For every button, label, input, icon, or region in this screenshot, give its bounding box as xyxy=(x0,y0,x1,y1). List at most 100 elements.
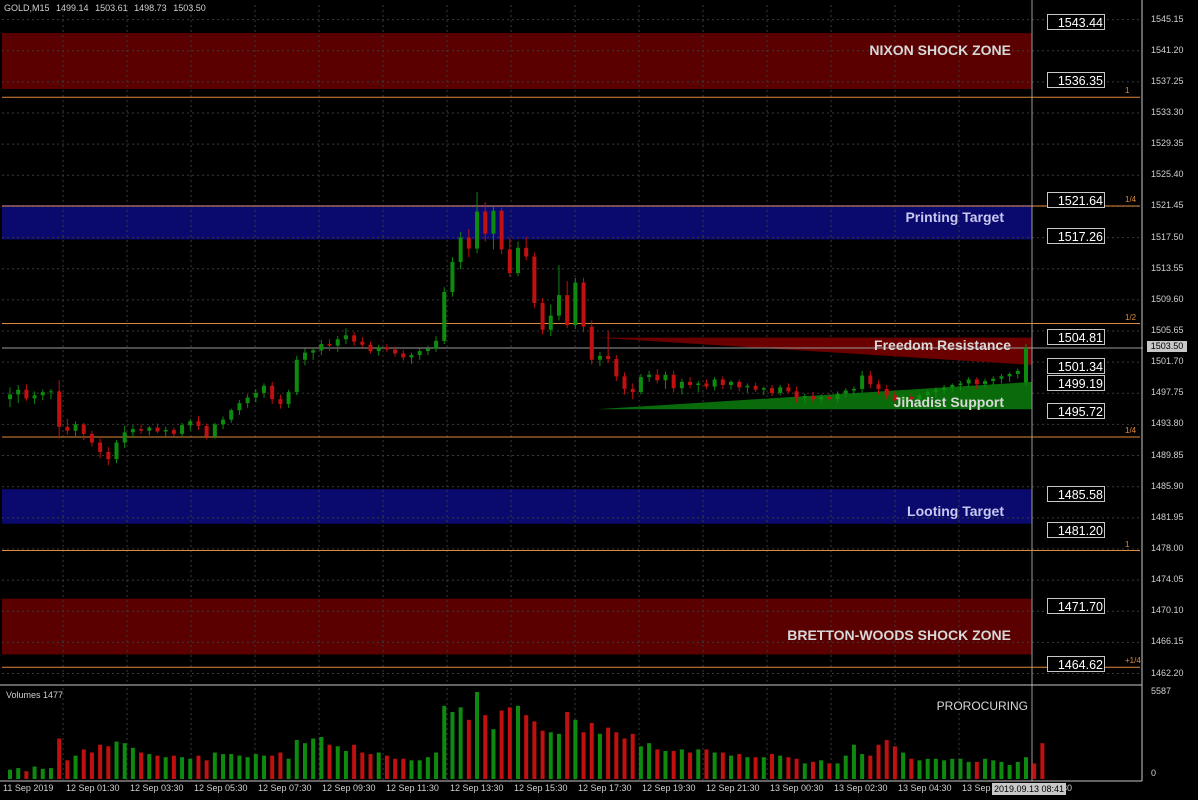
volume-bar xyxy=(294,740,299,779)
candle-body xyxy=(819,396,824,400)
volume-bar xyxy=(1024,757,1028,779)
zone-price-box[interactable]: 1504.81 xyxy=(1047,329,1105,345)
volume-bar xyxy=(884,740,889,779)
volume-bar xyxy=(48,768,53,779)
volume-bar xyxy=(516,705,520,779)
volume-bar xyxy=(712,752,717,779)
volume-bar xyxy=(688,752,693,779)
volume-bar xyxy=(32,766,37,779)
candle-body xyxy=(688,381,693,385)
candle-body xyxy=(565,295,570,326)
price-axis-label: 1470.10 xyxy=(1151,605,1184,616)
zone-price-box[interactable]: 1495.72 xyxy=(1047,403,1105,419)
candle-body xyxy=(237,403,242,411)
volume-bar xyxy=(106,746,111,779)
volume-bar xyxy=(171,755,176,779)
time-axis-label: 12 Sep 13:30 xyxy=(450,783,504,793)
fib-level-label: 1 xyxy=(1125,86,1130,96)
price-axis-label: 1541.20 xyxy=(1151,44,1184,55)
bretton-woods-zone-label: BRETTON-WOODS SHOCK ZONE xyxy=(787,627,1011,643)
candle-body xyxy=(737,381,742,388)
volume-bar xyxy=(237,755,242,779)
zone-price-box[interactable]: 1543.44 xyxy=(1047,14,1105,30)
volume-bar xyxy=(753,757,758,779)
candle-body xyxy=(991,378,996,382)
candle-body xyxy=(65,426,70,431)
volume-bar xyxy=(81,749,86,779)
zone-price-box[interactable]: 1471.70 xyxy=(1047,598,1105,614)
volume-bar xyxy=(139,752,144,779)
candle-body xyxy=(180,425,185,434)
price-axis-label: 1529.35 xyxy=(1151,138,1184,149)
volume-bar xyxy=(876,744,881,779)
symbol-header: GOLD,M15 1499.14 1503.61 1498.73 1503.50 xyxy=(4,3,210,13)
volume-bar xyxy=(16,768,21,779)
volume-bar xyxy=(573,719,578,779)
candle-body xyxy=(876,384,881,389)
volume-bar xyxy=(253,754,258,779)
volume-bar xyxy=(942,760,947,779)
candle-body xyxy=(827,396,832,400)
zone-price-box[interactable]: 1517.26 xyxy=(1047,228,1105,244)
volume-bar xyxy=(507,707,512,779)
zone-price-box[interactable]: 1481.20 xyxy=(1047,522,1105,538)
volume-bar xyxy=(65,760,70,779)
candle-body xyxy=(130,429,135,433)
volume-bar xyxy=(1007,764,1012,779)
price-axis-label: 1533.30 xyxy=(1151,107,1184,117)
candle-body xyxy=(942,387,947,390)
volume-bar xyxy=(475,692,480,779)
zone-price-box[interactable]: 1464.62 xyxy=(1047,656,1105,672)
candle-body xyxy=(524,247,529,257)
candle-body xyxy=(606,355,611,359)
mt4-chart-window[interactable]: GOLD,M15 1499.14 1503.61 1498.73 1503.50… xyxy=(0,0,1198,800)
volume-bar xyxy=(384,755,389,779)
volume-bar xyxy=(983,758,988,779)
volume-bar xyxy=(835,763,840,779)
zone-price-box[interactable]: 1521.64 xyxy=(1047,192,1105,208)
price-chart-canvas[interactable] xyxy=(0,0,1198,800)
price-axis-label: 1525.40 xyxy=(1151,169,1184,180)
volume-bar xyxy=(311,738,316,779)
volume-bar xyxy=(860,754,865,779)
zone-price-box[interactable]: 1501.34 xyxy=(1047,358,1105,374)
candle-body xyxy=(950,384,955,388)
volume-bar xyxy=(950,758,955,779)
candle-body xyxy=(999,376,1004,379)
volume-bar xyxy=(163,757,168,779)
volume-bar xyxy=(180,757,185,779)
candle-body xyxy=(434,340,439,349)
volume-bar xyxy=(909,758,914,779)
zone-price-box[interactable]: 1485.58 xyxy=(1047,486,1105,502)
candle-body xyxy=(958,383,963,385)
candle-body xyxy=(24,389,29,399)
volume-bar xyxy=(393,758,398,779)
candle-body xyxy=(614,358,619,377)
candle-body xyxy=(589,326,594,360)
zone-price-box[interactable]: 1536.35 xyxy=(1047,72,1105,88)
volume-bar xyxy=(188,758,193,779)
time-axis-label: 13 Sep xyxy=(962,783,991,793)
volume-bar xyxy=(245,757,250,779)
candle-body xyxy=(843,390,848,394)
candle-body xyxy=(745,385,750,388)
candle-body xyxy=(860,375,865,389)
open-value: 1499.14 xyxy=(56,3,89,13)
volume-bar xyxy=(868,755,873,779)
volume-bar xyxy=(663,750,668,779)
candle-body xyxy=(171,429,176,434)
close-value: 1503.50 xyxy=(173,3,206,13)
volume-bar xyxy=(892,746,897,779)
volume-bar xyxy=(540,730,545,779)
candle-body xyxy=(16,389,21,395)
candle-body xyxy=(802,396,807,398)
candle-body xyxy=(1007,373,1012,377)
candle-body xyxy=(89,433,94,443)
volume-axis-min: 0 xyxy=(1151,768,1157,778)
candle-body xyxy=(466,237,471,249)
candle-body xyxy=(671,374,676,389)
volume-bar xyxy=(827,763,832,779)
candle-body xyxy=(335,339,340,346)
time-axis-label: 12 Sep 03:30 xyxy=(130,783,184,793)
zone-price-box[interactable]: 1499.19 xyxy=(1047,375,1105,391)
